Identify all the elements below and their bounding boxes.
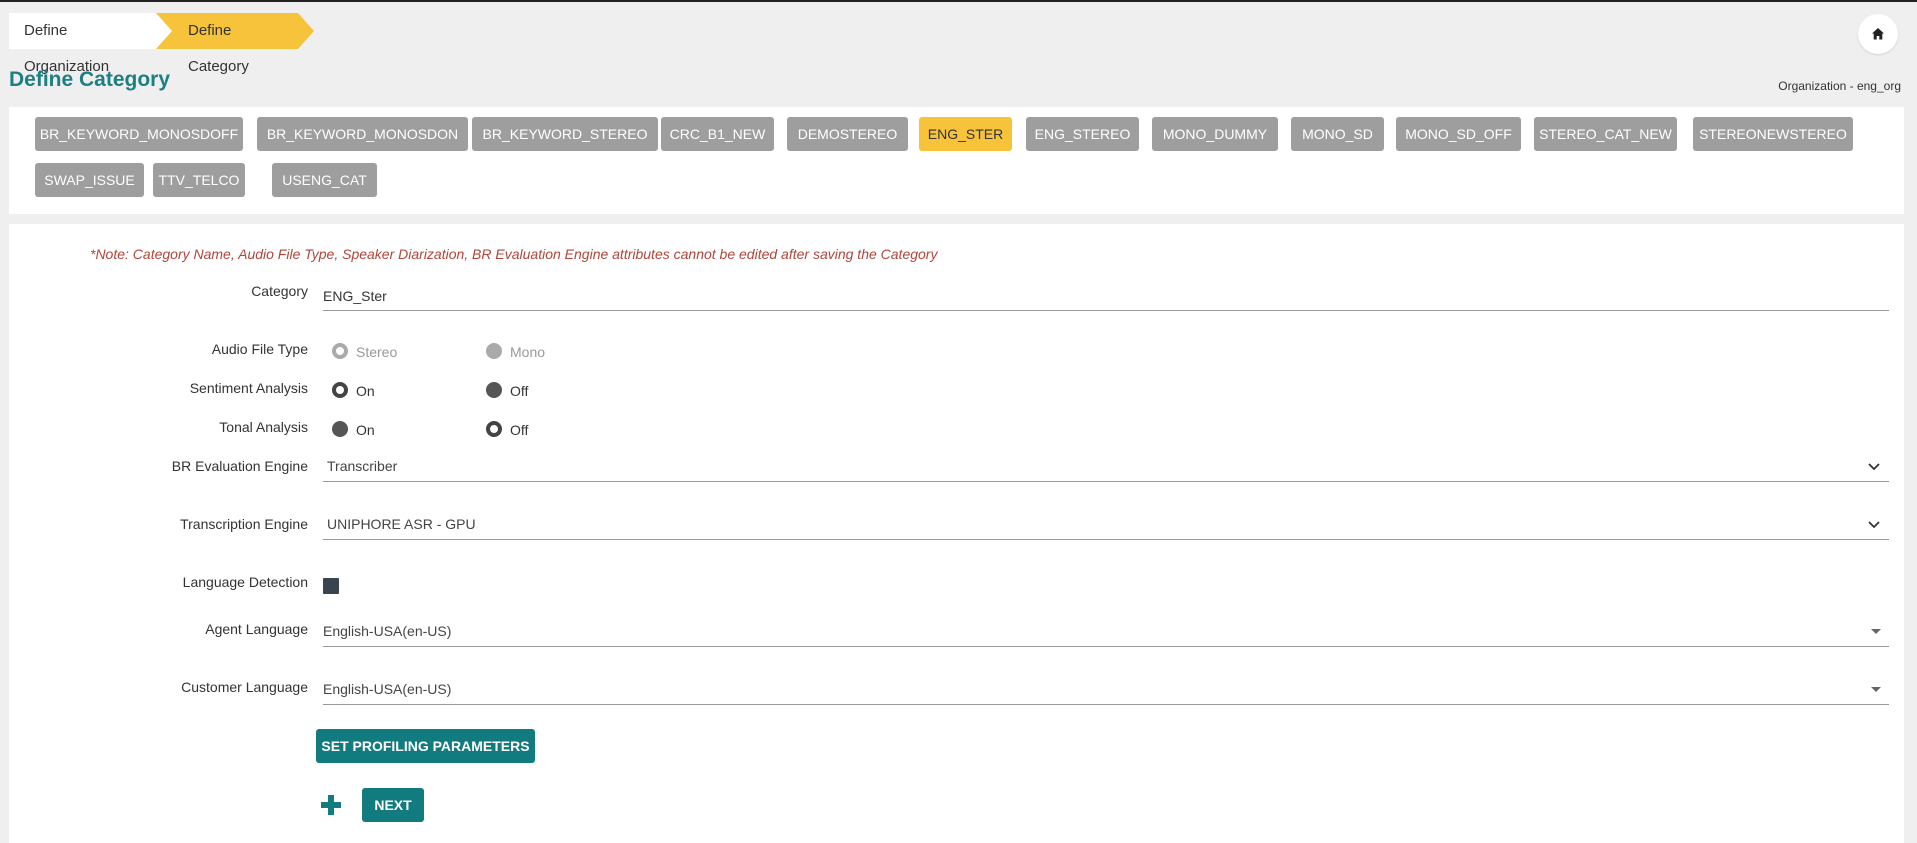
sentiment-analysis-label: Sentiment Analysis (189, 380, 308, 396)
organization-label: Organization - eng_org (1778, 79, 1901, 93)
sentiment-off-radio[interactable] (486, 382, 502, 398)
tonal-off-label: Off (510, 422, 529, 438)
category-chip[interactable]: BR_KEYWORD_MONOSDOFF (35, 117, 243, 151)
plus-icon[interactable] (320, 794, 342, 816)
language-detection-checkbox[interactable] (323, 578, 339, 594)
caret-down-icon (1871, 687, 1881, 692)
transcription-engine-select[interactable]: UNIPHORE ASR - GPU (323, 508, 1889, 540)
set-profiling-parameters-button[interactable]: SET PROFILING PARAMETERS (316, 729, 535, 763)
tonal-off-radio[interactable] (486, 421, 502, 437)
category-chip[interactable]: ENG_STEREO (1026, 117, 1139, 151)
category-chip-panel: BR_KEYWORD_MONOSDOFF BR_KEYWORD_MONOSDON… (9, 107, 1904, 214)
category-chip[interactable]: DEMOSTEREO (787, 117, 908, 151)
category-chip-active[interactable]: ENG_STER (919, 117, 1012, 151)
category-chip[interactable]: MONO_SD (1291, 117, 1384, 151)
category-input[interactable]: ENG_Ster (323, 281, 1889, 311)
category-chip[interactable]: MONO_SD_OFF (1396, 117, 1521, 151)
breadcrumb-define-organization[interactable]: Define Organization (9, 13, 172, 75)
page-title: Define Category (9, 68, 171, 91)
agent-language-value: English-USA(en-US) (323, 623, 452, 639)
home-button[interactable] (1858, 14, 1898, 54)
caret-down-icon (1871, 629, 1881, 634)
next-button[interactable]: NEXT (362, 788, 424, 822)
breadcrumb-define-category[interactable]: Define Category (156, 13, 314, 75)
category-chip[interactable]: BR_KEYWORD_MONOSDON (257, 117, 468, 151)
form-note: *Note: Category Name, Audio File Type, S… (90, 246, 938, 262)
category-chip[interactable]: BR_KEYWORD_STEREO (472, 117, 658, 151)
category-chip[interactable]: TTV_TELCO (153, 163, 245, 197)
tonal-analysis-label: Tonal Analysis (219, 419, 308, 435)
breadcrumb: Define Organization Define Category (9, 13, 314, 75)
customer-language-label: Customer Language (181, 679, 308, 695)
audio-file-type-label: Audio File Type (211, 341, 308, 357)
category-chip[interactable]: SWAP_ISSUE (35, 163, 144, 197)
audio-mono-radio[interactable] (486, 343, 502, 359)
agent-language-select[interactable]: English-USA(en-US) (323, 615, 1889, 647)
tonal-on-radio[interactable] (332, 421, 348, 437)
category-label: Category (251, 283, 308, 299)
audio-mono-label: Mono (510, 344, 546, 360)
category-chip[interactable]: CRC_B1_NEW (661, 117, 774, 151)
br-evaluation-engine-select[interactable]: Transcriber (323, 450, 1889, 482)
category-form: *Note: Category Name, Audio File Type, S… (9, 224, 1904, 843)
category-chip[interactable]: USENG_CAT (272, 163, 377, 197)
home-icon (1872, 28, 1884, 40)
sentiment-on-label: On (356, 383, 375, 399)
tonal-on-label: On (356, 422, 375, 438)
chevron-down-icon (1868, 463, 1880, 471)
transcription-engine-label: Transcription Engine (180, 516, 308, 532)
agent-language-label: Agent Language (205, 621, 308, 637)
customer-language-value: English-USA(en-US) (323, 681, 452, 697)
br-evaluation-engine-label: BR Evaluation Engine (171, 458, 308, 474)
audio-stereo-label: Stereo (356, 344, 398, 360)
chevron-down-icon (1868, 521, 1880, 529)
category-chip[interactable]: STEREONEWSTEREO (1693, 117, 1853, 151)
category-chip[interactable]: MONO_DUMMY (1152, 117, 1278, 151)
br-evaluation-engine-value: Transcriber (327, 458, 398, 474)
sentiment-off-label: Off (510, 383, 529, 399)
language-detection-label: Language Detection (182, 574, 308, 590)
sentiment-on-radio[interactable] (332, 382, 348, 398)
transcription-engine-value: UNIPHORE ASR - GPU (327, 516, 476, 532)
audio-stereo-radio[interactable] (332, 343, 348, 359)
customer-language-select[interactable]: English-USA(en-US) (323, 673, 1889, 705)
category-chip[interactable]: STEREO_CAT_NEW (1534, 117, 1677, 151)
